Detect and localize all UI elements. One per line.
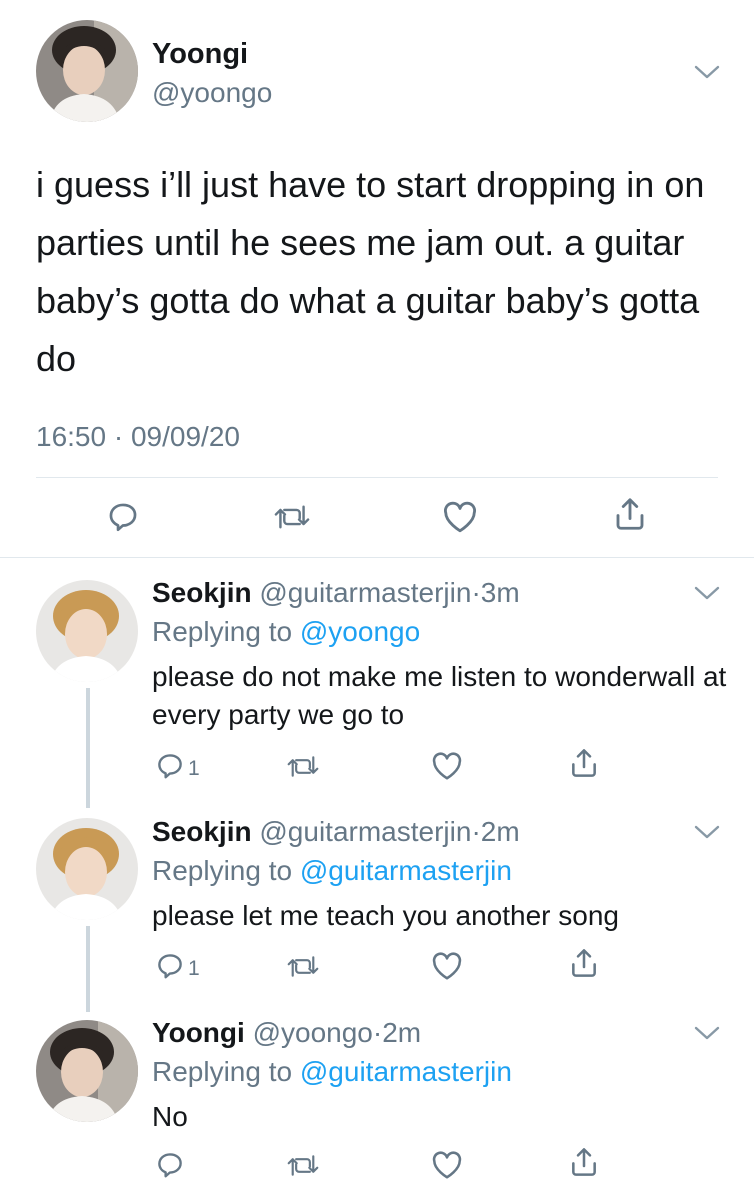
- reply-author-handle[interactable]: @guitarmasterjin: [259, 577, 471, 608]
- separator-dot: ·: [471, 816, 481, 847]
- reply-author-handle[interactable]: @guitarmasterjin: [259, 816, 471, 847]
- separator-dot: ·: [113, 421, 124, 452]
- reply-author-handle[interactable]: @yoongo: [253, 1017, 373, 1048]
- like-button[interactable]: [431, 751, 463, 781]
- replying-to: Replying to @guitarmasterjin: [152, 1056, 512, 1088]
- retweet-icon: [287, 753, 319, 780]
- tweet-timestamp[interactable]: 16:50 · 09/09/20: [36, 421, 240, 453]
- replying-to-link[interactable]: @yoongo: [300, 616, 420, 647]
- reply-header: Seokjin @guitarmasterjin·2m: [152, 816, 520, 848]
- avatar-seokjin[interactable]: [36, 580, 138, 682]
- section-divider: [0, 557, 754, 558]
- replying-to-link[interactable]: @guitarmasterjin: [300, 1056, 512, 1087]
- author-handle[interactable]: @yoongo: [152, 77, 272, 109]
- retweet-icon: [287, 953, 319, 980]
- tweet-text: i guess i’ll just have to start dropping…: [36, 164, 705, 379]
- reply-icon: [155, 751, 185, 781]
- reply-header: Yoongi @yoongo·2m: [152, 1017, 421, 1049]
- avatar-yoongi[interactable]: [36, 20, 138, 122]
- reply-button[interactable]: [155, 951, 185, 981]
- retweet-button[interactable]: [287, 953, 319, 980]
- retweet-button[interactable]: [287, 1152, 319, 1179]
- reply-text: please do not make me listen to wonderwa…: [152, 661, 727, 730]
- author-name[interactable]: Yoongi: [152, 38, 248, 71]
- avatar-seokjin[interactable]: [36, 818, 138, 920]
- reply-icon: [155, 951, 185, 981]
- reply-author-name[interactable]: Seokjin: [152, 577, 252, 608]
- reply-author-name[interactable]: Seokjin: [152, 816, 252, 847]
- reply-author-name[interactable]: Yoongi: [152, 1017, 245, 1048]
- share-icon: [613, 496, 647, 532]
- reply-icon: [155, 1150, 185, 1180]
- share-icon: [569, 1146, 599, 1178]
- like-icon: [442, 500, 478, 534]
- like-button[interactable]: [431, 1150, 463, 1180]
- reply-button[interactable]: [106, 500, 140, 534]
- reply-icon: [106, 500, 140, 534]
- share-button[interactable]: [569, 947, 599, 979]
- like-button[interactable]: [431, 951, 463, 981]
- retweet-button[interactable]: [287, 753, 319, 780]
- like-icon: [431, 751, 463, 781]
- replying-to-label: Replying to: [152, 855, 293, 886]
- reply-header: Seokjin @guitarmasterjin·3m: [152, 577, 520, 609]
- chevron-down-icon[interactable]: [694, 824, 720, 840]
- replying-to: Replying to @guitarmasterjin: [152, 855, 512, 887]
- chevron-down-icon[interactable]: [694, 1025, 720, 1041]
- separator-dot: ·: [372, 1017, 383, 1048]
- reply-age[interactable]: 2m: [481, 816, 520, 847]
- replying-to-label: Replying to: [152, 616, 293, 647]
- thread-line: [86, 688, 90, 808]
- like-button[interactable]: [442, 500, 478, 534]
- tweet-time: 16:50: [36, 421, 107, 452]
- reply-age[interactable]: 3m: [481, 577, 520, 608]
- retweet-button[interactable]: [274, 502, 310, 532]
- retweet-icon: [274, 502, 310, 532]
- share-icon: [569, 947, 599, 979]
- share-button[interactable]: [613, 496, 647, 532]
- share-button[interactable]: [569, 1146, 599, 1178]
- chevron-down-icon[interactable]: [694, 64, 720, 80]
- replying-to-link[interactable]: @guitarmasterjin: [300, 855, 512, 886]
- reply-age[interactable]: 2m: [382, 1017, 421, 1048]
- like-icon: [431, 1150, 463, 1180]
- thread-line: [86, 926, 90, 1012]
- like-icon: [431, 951, 463, 981]
- reply-text: please let me teach you another song: [152, 900, 619, 931]
- reply-button[interactable]: [155, 751, 185, 781]
- divider: [36, 477, 718, 478]
- reply-text: No: [152, 1101, 188, 1132]
- replying-to-label: Replying to: [152, 1056, 293, 1087]
- reply-count: 1: [188, 957, 200, 980]
- main-tweet: Yoongi @yoongo i guess i’ll just have to…: [0, 0, 754, 557]
- reply-button[interactable]: [155, 1150, 185, 1180]
- replying-to: Replying to @yoongo: [152, 616, 420, 648]
- separator-dot: ·: [471, 577, 481, 608]
- avatar-yoongi[interactable]: [36, 1020, 138, 1122]
- reply-count: 1: [188, 757, 200, 780]
- share-button[interactable]: [569, 747, 599, 779]
- share-icon: [569, 747, 599, 779]
- chevron-down-icon[interactable]: [694, 585, 720, 601]
- retweet-icon: [287, 1152, 319, 1179]
- tweet-date: 09/09/20: [130, 421, 240, 452]
